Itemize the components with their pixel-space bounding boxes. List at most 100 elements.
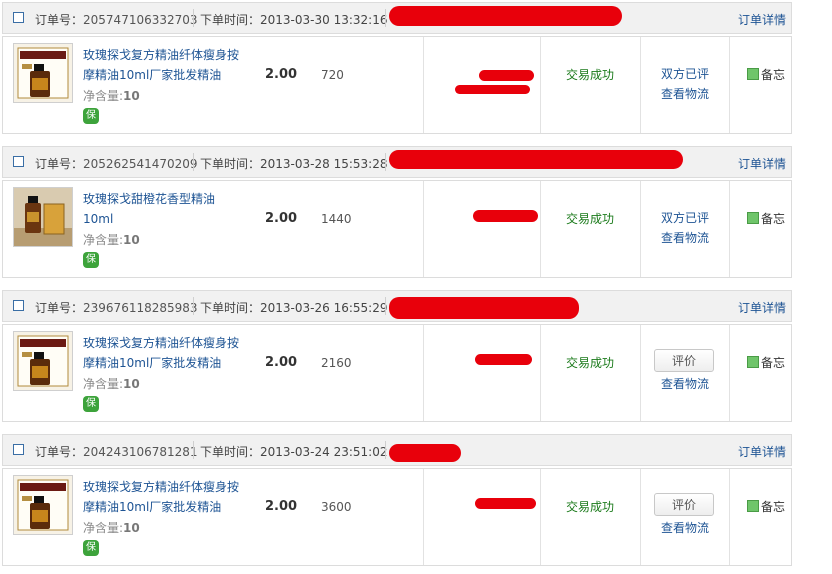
- order-select-checkbox[interactable]: [13, 156, 24, 167]
- product-thumbnail[interactable]: [13, 475, 73, 535]
- amount-redaction: [479, 70, 534, 81]
- product-thumbnail[interactable]: [13, 43, 73, 103]
- order-number: 订单号：239676118285983: [35, 299, 198, 316]
- memo-button[interactable]: 备忘: [747, 210, 785, 227]
- quantity: 720: [321, 68, 344, 82]
- order-time-value: 2013-03-30 13:32:16: [260, 13, 388, 27]
- order-time: 下单时间：2013-03-30 13:32:16: [200, 11, 387, 28]
- divider: [423, 325, 424, 421]
- rate-button[interactable]: 评价: [654, 493, 714, 516]
- view-logistics-link[interactable]: 查看物流: [661, 519, 709, 536]
- order-body: 玫瑰探戈复方精油纤体瘦身按摩精油10ml厂家批发精油 净含量:10 保 2.00…: [2, 324, 792, 422]
- order-header: 订单号：205262541470209 下单时间：2013-03-28 15:5…: [2, 146, 792, 178]
- net-content-value: 10: [123, 89, 140, 103]
- divider: [193, 153, 194, 171]
- order-number: 订单号：205747106332703: [35, 11, 198, 28]
- order-time: 下单时间：2013-03-24 23:51:02: [200, 443, 387, 460]
- order-detail-link[interactable]: 订单详情: [738, 11, 786, 28]
- divider: [423, 37, 424, 133]
- order-number-label: 订单号：: [35, 157, 84, 171]
- order-time-value: 2013-03-24 23:51:02: [260, 445, 388, 459]
- net-content: 净含量:10: [83, 375, 140, 392]
- memo-icon: [747, 356, 759, 368]
- view-logistics-link[interactable]: 查看物流: [661, 229, 709, 246]
- order-number-value: 205747106332703: [83, 13, 198, 27]
- divider: [729, 37, 730, 133]
- trade-status: 交易成功: [566, 500, 615, 514]
- product-title-link[interactable]: 玫瑰探戈甜橙花香型精油10ml: [83, 189, 245, 229]
- divider: [729, 325, 730, 421]
- order-header: 订单号：204243106781281 下单时间：2013-03-24 23:5…: [2, 434, 792, 466]
- divider: [385, 297, 386, 315]
- product-thumbnail[interactable]: [13, 331, 73, 391]
- divider: [540, 181, 541, 277]
- amount-redaction: [455, 85, 530, 94]
- net-content-label: 净含量:: [83, 377, 124, 391]
- consumer-protection-badge: 保: [83, 108, 99, 124]
- order-number-value: 205262541470209: [83, 157, 198, 171]
- order-select-checkbox[interactable]: [13, 444, 24, 455]
- order-time-label: 下单时间：: [200, 13, 261, 27]
- order-body: 玫瑰探戈复方精油纤体瘦身按摩精油10ml厂家批发精油 净含量:10 保 2.00…: [2, 468, 792, 566]
- memo-button[interactable]: 备忘: [747, 66, 785, 83]
- order-number-value: 239676118285983: [83, 301, 198, 315]
- divider: [540, 37, 541, 133]
- memo-label: 备忘: [761, 356, 786, 370]
- order-detail-link[interactable]: 订单详情: [738, 443, 786, 460]
- consumer-protection-badge: 保: [83, 252, 99, 268]
- review-status-link[interactable]: 双方已评: [661, 65, 709, 82]
- product-title-link[interactable]: 玫瑰探戈复方精油纤体瘦身按摩精油10ml厂家批发精油: [83, 333, 245, 373]
- net-content-value: 10: [123, 377, 140, 391]
- divider: [385, 441, 386, 459]
- divider: [640, 325, 641, 421]
- product-thumbnail[interactable]: [13, 187, 73, 247]
- net-content: 净含量:10: [83, 87, 140, 104]
- divider: [729, 181, 730, 277]
- net-content-value: 10: [123, 233, 140, 247]
- rate-button[interactable]: 评价: [654, 349, 714, 372]
- unit-price: 2.00: [265, 499, 298, 514]
- order-time-label: 下单时间：: [200, 157, 261, 171]
- divider: [640, 469, 641, 565]
- seller-info-redaction: [389, 444, 461, 462]
- memo-button[interactable]: 备忘: [747, 498, 785, 515]
- memo-label: 备忘: [761, 500, 786, 514]
- order-detail-link[interactable]: 订单详情: [738, 155, 786, 172]
- net-content: 净含量:10: [83, 519, 140, 536]
- order-select-checkbox[interactable]: [13, 300, 24, 311]
- amount-redaction: [473, 210, 538, 222]
- divider: [423, 181, 424, 277]
- seller-info-redaction: [389, 297, 579, 319]
- order-time-value: 2013-03-26 16:55:29: [260, 301, 388, 315]
- review-status-link[interactable]: 双方已评: [661, 209, 709, 226]
- net-content-label: 净含量:: [83, 89, 124, 103]
- net-content-value: 10: [123, 521, 140, 535]
- order-detail-link[interactable]: 订单详情: [738, 299, 786, 316]
- order-body: 玫瑰探戈复方精油纤体瘦身按摩精油10ml厂家批发精油 净含量:10 保 2.00…: [2, 36, 792, 134]
- quantity: 3600: [321, 500, 352, 514]
- memo-icon: [747, 68, 759, 80]
- order-number: 订单号：205262541470209: [35, 155, 198, 172]
- quantity: 2160: [321, 356, 352, 370]
- memo-button[interactable]: 备忘: [747, 354, 785, 371]
- product-title-link[interactable]: 玫瑰探戈复方精油纤体瘦身按摩精油10ml厂家批发精油: [83, 45, 245, 85]
- view-logistics-link[interactable]: 查看物流: [661, 375, 709, 392]
- trade-status: 交易成功: [566, 68, 615, 82]
- order-select-checkbox[interactable]: [13, 12, 24, 23]
- amount-redaction: [475, 498, 536, 509]
- divider: [729, 469, 730, 565]
- boxed-bottle-image: [14, 44, 72, 102]
- memo-label: 备忘: [761, 212, 786, 226]
- order-header: 订单号：205747106332703 下单时间：2013-03-30 13:3…: [2, 2, 792, 34]
- order-number: 订单号：204243106781281: [35, 443, 198, 460]
- unit-price: 2.00: [265, 355, 298, 370]
- bottle-photo-image: [14, 188, 72, 246]
- view-logistics-link[interactable]: 查看物流: [661, 85, 709, 102]
- divider: [423, 469, 424, 565]
- product-title-link[interactable]: 玫瑰探戈复方精油纤体瘦身按摩精油10ml厂家批发精油: [83, 477, 245, 517]
- amount-redaction: [475, 354, 532, 365]
- divider: [640, 181, 641, 277]
- order-time: 下单时间：2013-03-28 15:53:28: [200, 155, 387, 172]
- divider: [193, 297, 194, 315]
- quantity: 1440: [321, 212, 352, 226]
